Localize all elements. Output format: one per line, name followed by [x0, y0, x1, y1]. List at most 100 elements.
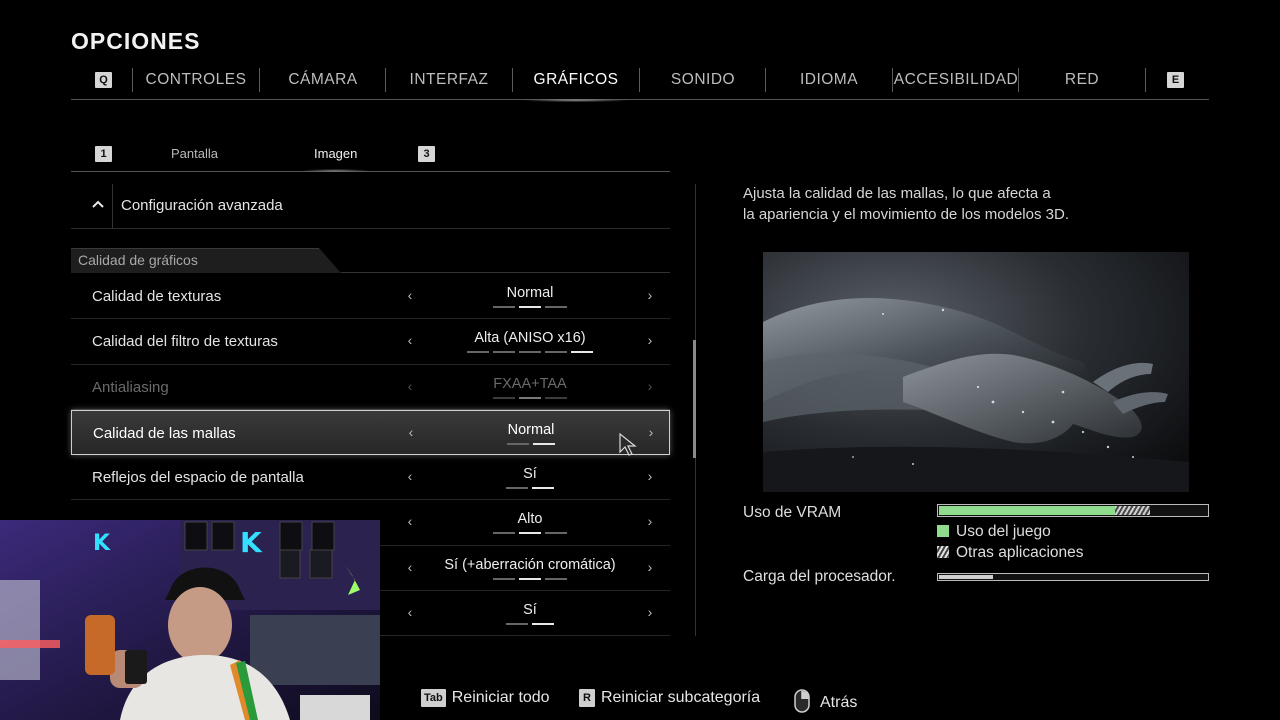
reset-subcategory-button[interactable]: R Reiniciar subcategoría [579, 689, 760, 707]
svg-text:K: K [93, 531, 111, 556]
level-step [532, 487, 554, 490]
tab-red[interactable]: RED [1019, 66, 1145, 100]
vram-usage-bar [937, 504, 1209, 517]
level-step [493, 532, 515, 535]
setting-row[interactable]: Calidad de texturas ‹ Normal › [71, 274, 670, 320]
setting-value: Alto [517, 511, 543, 528]
setting-row[interactable]: Reflejos del espacio de pantalla ‹ Sí › [71, 455, 670, 501]
chevron-up-icon [92, 200, 104, 208]
setting-value: Sí [523, 602, 537, 619]
chevron-right-icon[interactable]: › [644, 468, 656, 484]
setting-level-indicator [411, 623, 649, 626]
chevron-right-icon[interactable]: › [645, 424, 657, 440]
setting-label: Reflejos del espacio de pantalla [92, 469, 304, 487]
legend-game-swatch [937, 525, 949, 537]
setting-value: Sí (+aberración cromática) [444, 556, 616, 573]
level-step [506, 487, 528, 490]
tab-controles[interactable]: CONTROLES [133, 66, 259, 100]
tab-camara[interactable]: CÁMARA [260, 66, 386, 100]
cpu-load-bar [937, 573, 1209, 581]
reset-all-button[interactable]: Tab Reiniciar todo [421, 689, 550, 707]
chevron-right-icon[interactable]: › [644, 513, 656, 529]
subtab-imagen[interactable]: Imagen [299, 140, 372, 172]
level-step [493, 577, 515, 580]
mouse-cursor-icon [619, 432, 637, 456]
advanced-config-toggle[interactable]: Configuración avanzada [71, 184, 670, 229]
webcam-overlay: K K [0, 520, 380, 720]
level-step [493, 306, 515, 308]
level-step [545, 306, 567, 308]
chevron-right-icon[interactable]: › [644, 287, 656, 303]
section-title: Calidad de gráficos [78, 252, 198, 268]
svg-text:K: K [240, 526, 263, 559]
chevron-right-icon[interactable]: › [644, 559, 656, 575]
level-step [506, 623, 528, 626]
advanced-config-label: Configuración avanzada [121, 197, 283, 214]
level-step [467, 351, 489, 354]
level-step [519, 396, 541, 399]
setting-level-indicator [412, 442, 650, 445]
setting-label: Calidad de texturas [92, 288, 222, 305]
setting-level-indicator [411, 351, 649, 354]
setting-row[interactable]: Calidad del filtro de texturas ‹ Alta (ANI… [71, 319, 670, 365]
level-step [493, 396, 515, 399]
vram-other-fill [1114, 506, 1150, 515]
setting-description: Ajusta la calidad de las mallas, lo que … [743, 185, 1069, 223]
level-step [519, 306, 541, 308]
page-title: OPCIONES [71, 28, 201, 54]
setting-level-indicator [411, 532, 649, 535]
level-step [545, 577, 567, 580]
setting-value: Normal [506, 285, 554, 301]
preview-image [763, 252, 1189, 492]
level-step [545, 351, 567, 354]
r-key: R [579, 689, 595, 707]
scrollbar[interactable] [693, 340, 696, 458]
subtab-prev-key[interactable]: 1 [95, 146, 112, 162]
level-step [545, 532, 567, 535]
cpu-load-fill [939, 575, 993, 579]
setting-value: Sí [523, 466, 537, 483]
level-step [533, 442, 555, 445]
setting-label: Calidad del filtro de texturas [92, 333, 278, 351]
tab-idioma[interactable]: IDIOMA [766, 66, 892, 100]
tab-next-key[interactable]: E [1167, 72, 1184, 88]
level-step [571, 351, 593, 354]
chevron-right-icon[interactable]: › [644, 604, 656, 620]
back-button[interactable]: Atrás [794, 689, 857, 713]
setting-level-indicator [411, 487, 649, 490]
vram-label: Uso de VRAM [743, 504, 842, 521]
setting-level-indicator [411, 396, 649, 399]
level-step [519, 577, 541, 580]
legend-other: Otras aplicaciones [937, 544, 1084, 562]
setting-level-indicator [411, 577, 649, 580]
subtab-next-key[interactable]: 3 [418, 146, 435, 162]
setting-value: FXAA+TAA [493, 375, 567, 392]
tab-accesibilidad[interactable]: ACCESIBILIDAD [893, 66, 1019, 100]
level-step [545, 396, 567, 399]
setting-level-indicator [411, 306, 649, 308]
vram-game-fill [939, 506, 1115, 515]
cpu-label: Carga del procesador. [743, 568, 896, 585]
tab-prev-key[interactable]: Q [95, 72, 112, 88]
chevron-right-icon[interactable]: › [644, 332, 656, 348]
level-step [519, 532, 541, 535]
tab-interfaz[interactable]: INTERFAZ [386, 66, 512, 100]
top-tab-bar: Q CONTROLES CÁMARA INTERFAZ GRÁFICOS SON… [71, 66, 1209, 102]
setting-label: Antialiasing [92, 378, 169, 396]
legend-game: Uso del juego [937, 523, 1051, 541]
tab-sonido[interactable]: SONIDO [640, 66, 766, 100]
level-step [519, 351, 541, 354]
setting-label: Calidad de las mallas [93, 424, 236, 442]
tab-key: Tab [421, 689, 446, 707]
legend-other-swatch [937, 546, 949, 558]
subtab-pantalla[interactable]: Pantalla [171, 140, 218, 168]
setting-row[interactable]: Calidad de las mallas ‹ Normal › [71, 409, 670, 456]
tab-graficos[interactable]: GRÁFICOS [513, 66, 639, 102]
mouse-icon [794, 689, 810, 713]
sub-tab-bar: 1 Pantalla Imagen 3 [71, 140, 670, 172]
level-step [493, 351, 515, 354]
chevron-right-icon: › [647, 377, 653, 394]
setting-row: Antialiasing ‹ FXAA+TAA › [71, 365, 670, 410]
setting-value: Alta (ANISO x16) [474, 330, 586, 347]
level-step [507, 442, 529, 445]
